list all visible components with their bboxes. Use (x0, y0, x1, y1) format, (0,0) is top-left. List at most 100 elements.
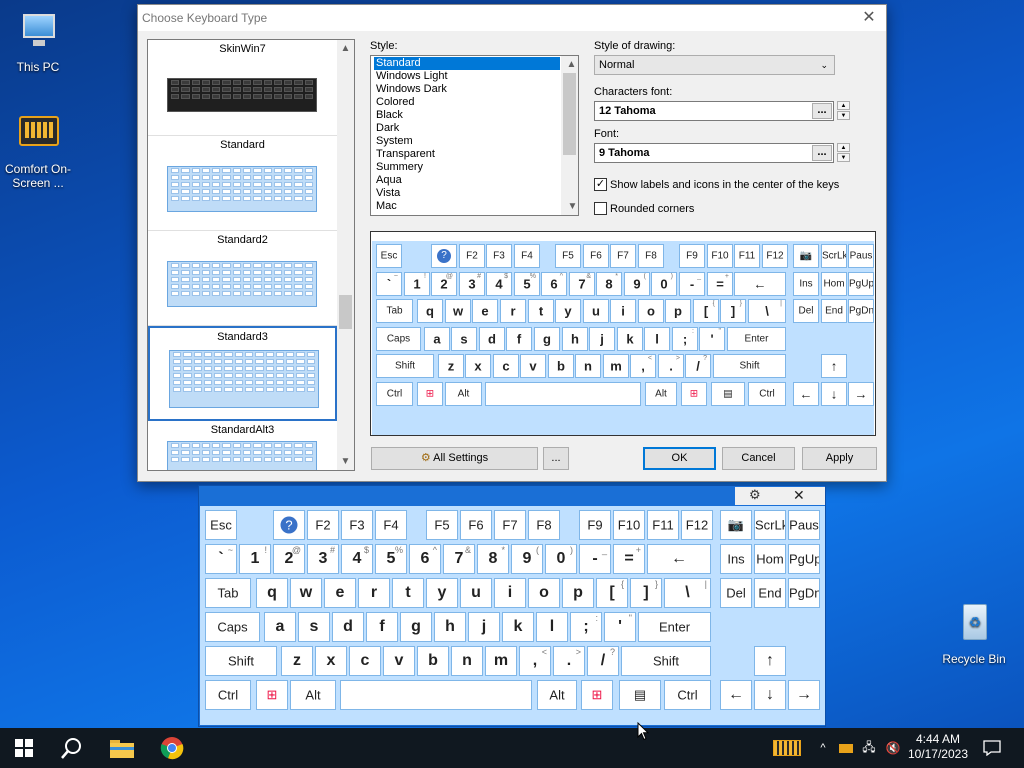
key-alt[interactable]: Alt (645, 382, 677, 406)
key-pgdn[interactable]: PgDn (848, 299, 874, 323)
more-options-button[interactable]: ... (543, 447, 569, 470)
style-option[interactable]: Vista (374, 187, 560, 200)
key-paus[interactable]: Paus (788, 510, 820, 540)
key-d[interactable]: d (332, 612, 364, 642)
key-r[interactable]: r (358, 578, 390, 608)
key-[interactable]: /? (685, 354, 711, 378)
key-[interactable]: ← (734, 272, 786, 296)
key-m[interactable]: m (603, 354, 629, 378)
key-windows-icon[interactable]: ⊞ (581, 680, 613, 710)
key-f3[interactable]: F3 (341, 510, 373, 540)
key-del[interactable]: Del (720, 578, 752, 608)
key-windows-icon[interactable]: ⊞ (256, 680, 288, 710)
key-alt[interactable]: Alt (290, 680, 336, 710)
key-i[interactable]: i (610, 299, 636, 323)
key-v[interactable]: v (383, 646, 415, 676)
key-end[interactable]: End (821, 299, 847, 323)
scrollbar-thumb[interactable] (563, 73, 576, 155)
key-0[interactable]: 0) (651, 272, 677, 296)
network-icon[interactable]: 🖧 (858, 728, 880, 768)
key-f10[interactable]: F10 (613, 510, 645, 540)
key-o[interactable]: o (528, 578, 560, 608)
key-[interactable]: ;: (570, 612, 602, 642)
key-menu-icon[interactable]: ▤ (619, 680, 661, 710)
key-5[interactable]: 5% (375, 544, 407, 574)
spin-down-icon[interactable]: ▼ (837, 111, 850, 120)
key-x[interactable]: x (465, 354, 491, 378)
font-browse-button[interactable]: ... (812, 145, 832, 161)
drawing-style-select[interactable]: Normal ⌄ (594, 55, 835, 75)
key-f3[interactable]: F3 (486, 244, 512, 268)
key-w[interactable]: w (290, 578, 322, 608)
rounded-corners-checkbox[interactable]: Rounded corners (594, 202, 694, 215)
key-a[interactable]: a (424, 327, 450, 351)
key-ctrl[interactable]: Ctrl (748, 382, 786, 406)
key-f[interactable]: f (366, 612, 398, 642)
font-spinner[interactable]: ▲ ▼ (837, 143, 850, 163)
taskbar-chrome[interactable] (148, 728, 196, 768)
key-f7[interactable]: F7 (610, 244, 636, 268)
key-ins[interactable]: Ins (720, 544, 752, 574)
cancel-button[interactable]: Cancel (722, 447, 795, 470)
key-k[interactable]: k (617, 327, 643, 351)
characters-font-field[interactable]: 12 Tahoma ... (594, 101, 834, 121)
scrollbar-thumb[interactable] (339, 295, 352, 329)
key-k[interactable]: k (502, 612, 534, 642)
checkbox-unchecked-icon[interactable] (594, 202, 607, 215)
characters-font-browse-button[interactable]: ... (812, 103, 832, 119)
key-[interactable]: \ | (664, 578, 711, 608)
settings-icon[interactable]: ⚙ (749, 487, 761, 503)
key-6[interactable]: 6 ^ (541, 272, 567, 296)
key-esc[interactable]: Esc (376, 244, 402, 268)
key-[interactable]: ← (720, 680, 752, 710)
key-3[interactable]: 3 # (459, 272, 485, 296)
key-f9[interactable]: F9 (579, 510, 611, 540)
key-y[interactable]: y (555, 299, 581, 323)
key-f8[interactable]: F8 (638, 244, 664, 268)
style-option[interactable]: Colored (374, 96, 560, 109)
key-c[interactable]: c (349, 646, 381, 676)
key-f5[interactable]: F5 (555, 244, 581, 268)
key-[interactable]: ↑ (754, 646, 786, 676)
key-2[interactable]: 2 @ (431, 272, 457, 296)
key-f6[interactable]: F6 (583, 244, 609, 268)
key-menu-icon[interactable]: ▤ (711, 382, 745, 406)
key-[interactable]: ]} (630, 578, 662, 608)
close-icon[interactable]: ✕ (858, 5, 880, 31)
key-q[interactable]: q (417, 299, 443, 323)
style-option[interactable]: Transparent (374, 148, 560, 161)
key-[interactable]: ;: (672, 327, 698, 351)
key-h[interactable]: h (434, 612, 466, 642)
key-tab[interactable]: Tab (376, 299, 413, 323)
style-option[interactable]: Windows Light (374, 70, 560, 83)
key-p[interactable]: p (562, 578, 594, 608)
key-camera-icon[interactable]: 📷 (720, 510, 752, 540)
key-4[interactable]: 4 $ (341, 544, 373, 574)
key-s[interactable]: s (298, 612, 330, 642)
key-tab[interactable]: Tab (205, 578, 251, 608)
key-space[interactable] (340, 680, 532, 710)
key-f11[interactable]: F11 (647, 510, 679, 540)
key-z[interactable]: z (438, 354, 464, 378)
key-[interactable]: ↑ (821, 354, 847, 378)
key-g[interactable]: g (534, 327, 560, 351)
key-3[interactable]: 3 # (307, 544, 339, 574)
key-end[interactable]: End (754, 578, 786, 608)
desktop-icon-recycle-bin[interactable]: ♻ Recycle Bin (936, 602, 1012, 666)
key-camera-icon[interactable]: 📷 (793, 244, 819, 268)
key-t[interactable]: t (392, 578, 424, 608)
spin-down-icon[interactable]: ▼ (837, 153, 850, 162)
taskbar-file-explorer[interactable] (98, 728, 146, 768)
font-field[interactable]: 9 Tahoma ... (594, 143, 834, 163)
key-n[interactable]: n (575, 354, 601, 378)
key-f12[interactable]: F12 (681, 510, 713, 540)
style-list-scrollbar[interactable]: ▲ ▼ (561, 56, 578, 215)
apply-button[interactable]: Apply (802, 447, 877, 470)
key-hom[interactable]: Hom (821, 272, 847, 296)
key-shift[interactable]: Shift (621, 646, 711, 676)
layout-item-standard3[interactable]: Standard3 (148, 326, 337, 421)
key-[interactable]: - _ (579, 544, 611, 574)
key-z[interactable]: z (281, 646, 313, 676)
key-o[interactable]: o (638, 299, 664, 323)
key-alt[interactable]: Alt (445, 382, 482, 406)
